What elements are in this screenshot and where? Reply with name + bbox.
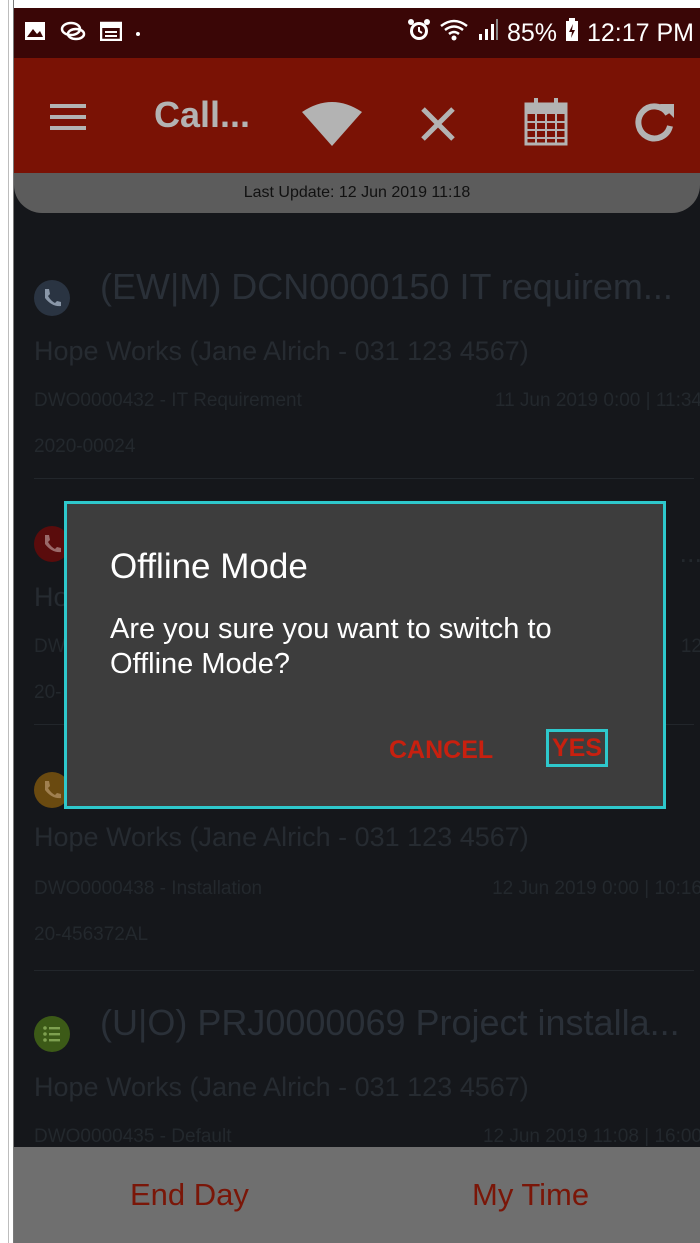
item-date: 11 Jun 2019 0:00 | 11:34: [494, 390, 700, 411]
item-trailing: ...: [679, 538, 700, 568]
item-client: Hope Works (Jane Alrich - 031 123 4567): [34, 336, 529, 366]
item-client: Hope Works (Jane Alrich - 031 123 4567): [34, 822, 529, 852]
close-icon[interactable]: [420, 106, 456, 147]
item-headline: (U|O) PRJ0000069 Project installa...: [100, 1002, 680, 1043]
app-bar: Call...: [14, 58, 700, 173]
item-ref: DWO0000432 - IT Requirement: [34, 390, 302, 411]
frame-edge-line: [8, 0, 9, 1243]
status-bar: 85% 12:17 PM: [14, 8, 700, 58]
phone-screen: 85% 12:17 PM Call... Last Update: 12 Jun…: [14, 8, 700, 1243]
item-code: 20-456372AL: [34, 924, 149, 945]
notification-dot-icon: [136, 31, 140, 36]
item-code: 20-: [34, 682, 62, 703]
calendar-icon: [99, 21, 123, 46]
item-code: 2020-00024: [34, 436, 136, 457]
list-divider: [34, 478, 694, 479]
item-client: Hope Works (Jane Alrich - 031 123 4567): [34, 1072, 529, 1102]
menu-icon[interactable]: [50, 104, 86, 135]
offline-mode-dialog: Offline Mode Are you sure you want to sw…: [64, 501, 666, 809]
calendar-icon[interactable]: [524, 96, 568, 151]
item-date: 12 Jun 2019 0:00 | 10:16: [492, 878, 700, 899]
battery-percent: 85%: [506, 19, 557, 47]
item-ref: DW: [34, 636, 66, 657]
item-ref: DWO0000438 - Installation: [34, 878, 263, 899]
yes-button[interactable]: YES: [546, 729, 608, 767]
item-headline: (EW|M) DCN0000150 IT requirem...: [100, 266, 673, 307]
page-title: Call...: [154, 94, 251, 135]
item-date: 12: [680, 636, 700, 657]
bottom-bar: End Day My Time: [14, 1147, 700, 1243]
last-update-banner: Last Update: 12 Jun 2019 11:18: [14, 173, 700, 213]
list-divider: [34, 970, 694, 971]
wifi-icon: [439, 18, 469, 49]
clock: 12:17 PM: [586, 19, 694, 47]
dialog-message: Are you sure you want to switch to Offli…: [110, 613, 552, 680]
dialog-title: Offline Mode: [110, 547, 308, 586]
signal-icon: [477, 18, 499, 49]
alarm-icon: [407, 18, 431, 49]
phone-icon: [34, 280, 70, 316]
refresh-icon[interactable]: [632, 100, 676, 149]
list-icon: [34, 1016, 70, 1052]
wifi-off-icon[interactable]: [302, 98, 362, 151]
chat-bubbles-icon: [60, 20, 86, 47]
cancel-button[interactable]: CANCEL: [389, 736, 493, 765]
item-date: 12 Jun 2019 11:08 | 16:00: [482, 1126, 700, 1147]
battery-charging-icon: [565, 18, 579, 49]
gallery-icon: [24, 21, 46, 46]
end-day-button[interactable]: End Day: [130, 1177, 249, 1213]
item-ref: DWO0000435 - Default: [34, 1126, 232, 1147]
my-time-button[interactable]: My Time: [472, 1177, 589, 1213]
